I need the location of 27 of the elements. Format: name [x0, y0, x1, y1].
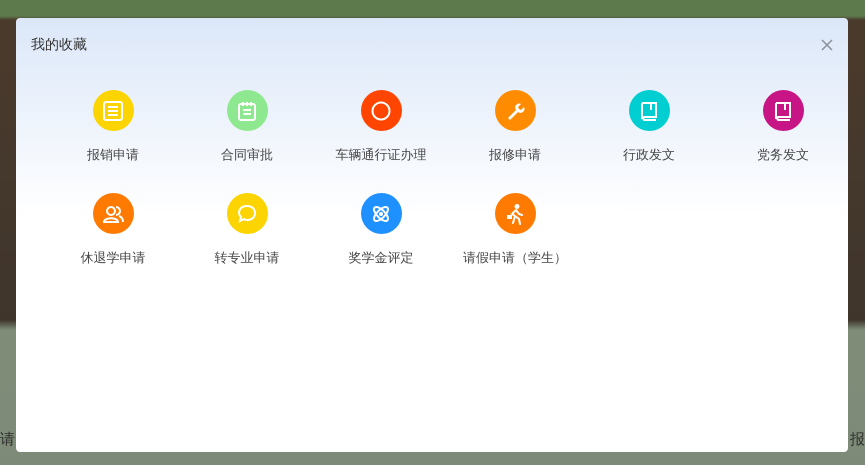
app-label[interactable]: 合同审批	[221, 146, 273, 164]
close-icon[interactable]	[820, 38, 834, 52]
app-label[interactable]: 党务发文	[757, 146, 809, 164]
app-icon[interactable]	[360, 193, 402, 234]
dialog-title: 我的收藏	[31, 36, 87, 54]
background-label: 请	[0, 432, 15, 446]
app-icon[interactable]	[360, 90, 402, 131]
list-icon	[102, 100, 124, 122]
app-label[interactable]: 休退学申请	[80, 249, 146, 267]
ring-icon	[370, 100, 392, 122]
app-label[interactable]: 奖学金评定	[348, 249, 414, 267]
app-label[interactable]: 报修申请	[489, 146, 541, 164]
app-label[interactable]: 报销申请	[87, 146, 139, 164]
app-icon[interactable]	[494, 193, 536, 234]
app-label[interactable]: 行政发文	[623, 146, 675, 164]
chat-bubble-icon	[236, 202, 258, 224]
book-icon	[772, 100, 794, 122]
app-icon[interactable]	[494, 90, 536, 131]
app-label[interactable]: 车辆通行证办理	[336, 146, 426, 164]
notepad-icon	[236, 100, 258, 122]
app-label[interactable]: 转专业申请	[214, 249, 280, 267]
app-icon[interactable]	[92, 193, 134, 234]
app-label[interactable]: 请假申请（学生）	[463, 249, 567, 267]
book-icon	[638, 100, 660, 122]
running-person-icon	[504, 202, 526, 224]
background-label: 报	[850, 432, 865, 446]
app-icon[interactable]	[762, 90, 804, 131]
